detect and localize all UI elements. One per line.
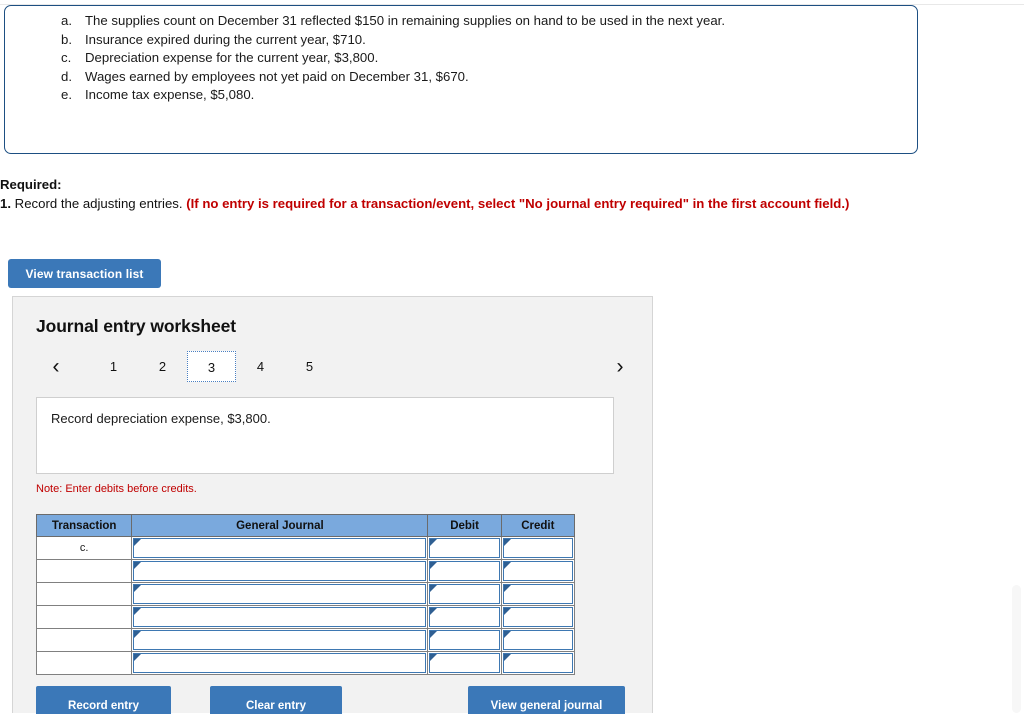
account-dropdown-marker[interactable] bbox=[133, 653, 427, 673]
general-journal-account-input[interactable] bbox=[131, 536, 429, 560]
view-general-journal-button[interactable]: View general journal bbox=[468, 686, 625, 714]
debit-amount-input[interactable] bbox=[427, 559, 502, 583]
debit-cell-marker[interactable] bbox=[429, 561, 500, 581]
list-item: d. Wages earned by employees not yet pai… bbox=[5, 68, 917, 87]
debit-cell-marker[interactable] bbox=[429, 584, 500, 604]
required-section: Required: 1. Record the adjusting entrie… bbox=[0, 176, 960, 213]
debit-amount-input[interactable] bbox=[427, 651, 502, 675]
column-header-debit: Debit bbox=[427, 514, 502, 537]
journal-entry-description-box: Record depreciation expense, $3,800. bbox=[36, 397, 614, 474]
general-journal-account-input[interactable] bbox=[131, 582, 429, 606]
table-row bbox=[35, 559, 576, 583]
transaction-label-cell bbox=[35, 559, 133, 583]
general-journal-account-input[interactable] bbox=[131, 628, 429, 652]
credit-cell-marker[interactable] bbox=[502, 538, 573, 558]
debit-amount-input[interactable] bbox=[427, 582, 502, 606]
account-dropdown-marker[interactable] bbox=[133, 538, 427, 558]
journal-entry-table-body: c. bbox=[35, 536, 576, 675]
list-item-text: Wages earned by employees not yet paid o… bbox=[85, 68, 469, 84]
list-item-text: Depreciation expense for the current yea… bbox=[85, 50, 379, 66]
worksheet-action-bar: Record entry Clear entry View general jo… bbox=[13, 686, 654, 714]
list-item-text: Income tax expense, $5,080. bbox=[85, 87, 255, 103]
transaction-label-cell bbox=[35, 605, 133, 629]
credit-amount-input[interactable] bbox=[500, 536, 576, 560]
required-instruction-text: Record the adjusting entries. bbox=[11, 196, 187, 211]
journal-entry-worksheet-panel: Journal entry worksheet ‹ 1 2 3 4 5 › Re… bbox=[12, 296, 654, 714]
transaction-label-cell bbox=[35, 651, 133, 675]
list-item-text: Insurance expired during the current yea… bbox=[85, 31, 366, 47]
general-journal-account-input[interactable] bbox=[131, 651, 429, 675]
worksheet-page-2[interactable]: 2 bbox=[138, 351, 187, 382]
required-heading: Required: bbox=[0, 177, 62, 192]
debit-cell-marker[interactable] bbox=[429, 607, 500, 627]
account-dropdown-marker[interactable] bbox=[133, 561, 427, 581]
worksheet-page-1[interactable]: 1 bbox=[89, 351, 138, 382]
worksheet-pager: ‹ 1 2 3 4 5 › bbox=[33, 351, 633, 383]
transaction-fact-box: a. The supplies count on December 31 ref… bbox=[4, 5, 918, 154]
credit-cell-marker[interactable] bbox=[502, 630, 573, 650]
list-item-letter: e. bbox=[61, 87, 72, 103]
list-item: c. Depreciation expense for the current … bbox=[5, 49, 917, 68]
table-row: c. bbox=[35, 536, 576, 560]
table-row bbox=[35, 651, 576, 675]
list-item: e. Income tax expense, $5,080. bbox=[5, 86, 917, 105]
column-header-transaction: Transaction bbox=[35, 514, 133, 537]
required-instruction: 1. Record the adjusting entries. (If no … bbox=[0, 194, 930, 213]
credit-amount-input[interactable] bbox=[500, 605, 576, 629]
debit-cell-marker[interactable] bbox=[429, 653, 500, 673]
debit-amount-input[interactable] bbox=[427, 628, 502, 652]
transaction-label-cell bbox=[35, 582, 133, 606]
general-journal-account-input[interactable] bbox=[131, 559, 429, 583]
required-item-number: 1. bbox=[0, 196, 11, 211]
list-item: a. The supplies count on December 31 ref… bbox=[5, 12, 917, 31]
list-item-letter: d. bbox=[61, 68, 72, 84]
chevron-right-icon[interactable]: › bbox=[609, 354, 631, 380]
credit-amount-input[interactable] bbox=[500, 559, 576, 583]
credit-amount-input[interactable] bbox=[500, 628, 576, 652]
debit-cell-marker[interactable] bbox=[429, 630, 500, 650]
credit-cell-marker[interactable] bbox=[502, 653, 573, 673]
page-scrollbar[interactable] bbox=[1012, 585, 1021, 713]
credit-cell-marker[interactable] bbox=[502, 584, 573, 604]
debit-cell-marker[interactable] bbox=[429, 538, 500, 558]
account-dropdown-marker[interactable] bbox=[133, 584, 427, 604]
general-journal-account-input[interactable] bbox=[131, 605, 429, 629]
table-header-row: Transaction General Journal Debit Credit bbox=[35, 514, 576, 537]
table-row bbox=[35, 605, 576, 629]
journal-entry-table: Transaction General Journal Debit Credit… bbox=[35, 514, 576, 675]
debits-before-credits-note: Note: Enter debits before credits. bbox=[36, 483, 197, 495]
list-item: b. Insurance expired during the current … bbox=[5, 31, 917, 50]
column-header-general-journal: General Journal bbox=[131, 514, 429, 537]
view-transaction-list-button[interactable]: View transaction list bbox=[8, 259, 161, 288]
debit-amount-input[interactable] bbox=[427, 605, 502, 629]
adjusting-entry-fact-list: a. The supplies count on December 31 ref… bbox=[5, 6, 917, 105]
debit-amount-input[interactable] bbox=[427, 536, 502, 560]
transaction-label-cell bbox=[35, 628, 133, 652]
clear-entry-button[interactable]: Clear entry bbox=[210, 686, 342, 714]
worksheet-page-4[interactable]: 4 bbox=[236, 351, 285, 382]
required-parenthetical: (If no entry is required for a transacti… bbox=[186, 196, 850, 211]
column-header-credit: Credit bbox=[500, 514, 576, 537]
worksheet-page-3[interactable]: 3 bbox=[187, 351, 236, 382]
list-item-letter: b. bbox=[61, 31, 72, 47]
transaction-label-cell: c. bbox=[35, 536, 133, 560]
list-item-letter: c. bbox=[61, 50, 72, 66]
journal-entry-description-text: Record depreciation expense, $3,800. bbox=[51, 411, 271, 426]
worksheet-page-5[interactable]: 5 bbox=[285, 351, 334, 382]
credit-cell-marker[interactable] bbox=[502, 561, 573, 581]
account-dropdown-marker[interactable] bbox=[133, 630, 427, 650]
list-item-text: The supplies count on December 31 reflec… bbox=[85, 13, 726, 28]
record-entry-button[interactable]: Record entry bbox=[36, 686, 171, 714]
chevron-left-icon[interactable]: ‹ bbox=[45, 354, 67, 380]
table-row bbox=[35, 628, 576, 652]
account-dropdown-marker[interactable] bbox=[133, 607, 427, 627]
worksheet-page-list: 1 2 3 4 5 bbox=[89, 351, 334, 382]
credit-cell-marker[interactable] bbox=[502, 607, 573, 627]
list-item-letter: a. bbox=[61, 13, 72, 28]
table-row bbox=[35, 582, 576, 606]
credit-amount-input[interactable] bbox=[500, 651, 576, 675]
page-title: Journal entry worksheet bbox=[36, 316, 236, 336]
credit-amount-input[interactable] bbox=[500, 582, 576, 606]
